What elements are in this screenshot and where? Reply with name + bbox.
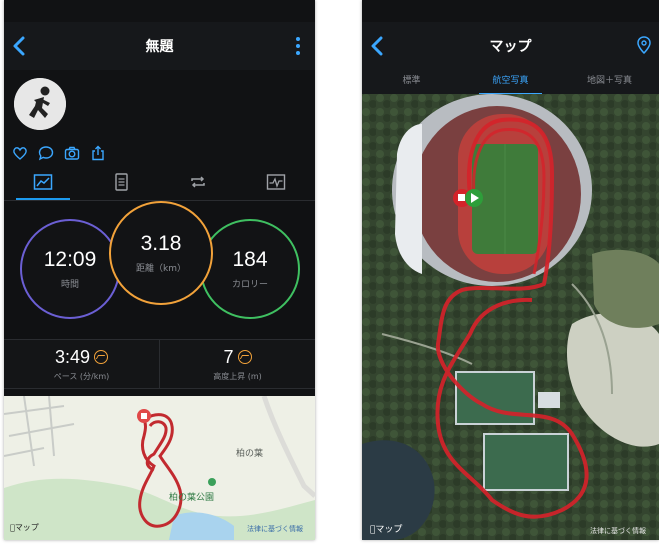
- running-icon: [14, 78, 66, 130]
- elevation-value: 7: [223, 346, 234, 367]
- chart-tab-icon: [266, 174, 286, 190]
- elevation-label: 高度上昇 (m): [213, 371, 262, 381]
- share-icon[interactable]: [90, 145, 106, 161]
- location-pin-icon[interactable]: [637, 36, 651, 54]
- stats-rings: 12:09 時間 184 カロリー 3.18 距離（km）: [4, 201, 315, 339]
- summary-tab-icon: [33, 174, 53, 190]
- nav-bar: マップ: [362, 22, 659, 70]
- place-label: 柏の葉: [236, 449, 264, 459]
- map-credit: マップ: [10, 523, 39, 532]
- pace-label: ペース (分/km): [53, 371, 110, 381]
- tab-satellite[interactable]: 航空写真: [461, 70, 560, 95]
- back-icon[interactable]: [368, 34, 388, 58]
- distance-stat-ring: 3.18 距離（km）: [109, 201, 213, 305]
- calories-label: カロリー: [231, 280, 268, 290]
- heart-icon[interactable]: [12, 145, 28, 161]
- satellite-map[interactable]: マップ 法律に基づく情報: [362, 94, 659, 540]
- tab-details[interactable]: [82, 164, 160, 200]
- map-type-tabs: 標準 航空写真 地図＋写真: [362, 70, 659, 95]
- route-map-preview[interactable]: 柏の葉 柏の葉公園 マップ 法律に基づく情報: [4, 396, 315, 540]
- activity-detail-screen: 無題 12:09 時間 184 カロリー 3.18 距離（km） 3:49 ペー…: [4, 0, 315, 540]
- nav-bar: 無題: [4, 22, 315, 70]
- tab-laps[interactable]: [160, 164, 238, 200]
- pace-stat: 3:49 ペース (分/km): [4, 340, 159, 388]
- distance-value: 3.18: [140, 232, 182, 255]
- record-badge-icon: [237, 350, 252, 364]
- elevation-stat: 7 高度上昇 (m): [159, 340, 315, 388]
- action-bar: [4, 142, 315, 164]
- satellite-canvas: [362, 94, 659, 540]
- legal-link[interactable]: 法律に基づく情報: [247, 524, 303, 534]
- time-value: 12:09: [43, 248, 97, 271]
- camera-icon[interactable]: [64, 145, 80, 161]
- calories-stat-ring: 184 カロリー: [200, 219, 300, 319]
- status-bar: [362, 0, 659, 22]
- tab-summary[interactable]: [4, 164, 82, 200]
- map-credit: マップ: [370, 525, 402, 535]
- map-screen: マップ 標準 航空写真 地図＋写真 マップ 法律に基づく情報: [362, 0, 659, 540]
- time-stat-ring: 12:09 時間: [20, 219, 120, 319]
- park-label: 柏の葉公園: [169, 493, 215, 503]
- record-badge-icon: [94, 350, 109, 364]
- activity-tabs: [4, 164, 315, 201]
- activity-type-avatar: [14, 78, 66, 130]
- page-title: 無題: [145, 39, 174, 55]
- tab-charts[interactable]: [237, 164, 315, 200]
- tab-standard[interactable]: 標準: [362, 70, 461, 94]
- legal-link[interactable]: 法律に基づく情報: [590, 526, 646, 536]
- calories-value: 184: [232, 248, 268, 271]
- laps-tab-icon: [191, 176, 206, 188]
- details-tab-icon: [114, 173, 128, 191]
- secondary-stats: 3:49 ペース (分/km) 7 高度上昇 (m): [4, 339, 315, 389]
- tab-hybrid[interactable]: 地図＋写真: [560, 70, 659, 94]
- activity-header: [4, 70, 315, 142]
- map-canvas: [4, 396, 315, 540]
- back-icon[interactable]: [10, 34, 30, 58]
- status-bar: [4, 0, 315, 22]
- distance-label: 距離（km）: [136, 264, 186, 274]
- time-label: 時間: [60, 280, 79, 290]
- pace-value: 3:49: [54, 346, 91, 367]
- more-icon[interactable]: [295, 36, 301, 56]
- page-title: マップ: [489, 39, 532, 55]
- comment-icon[interactable]: [38, 145, 54, 161]
